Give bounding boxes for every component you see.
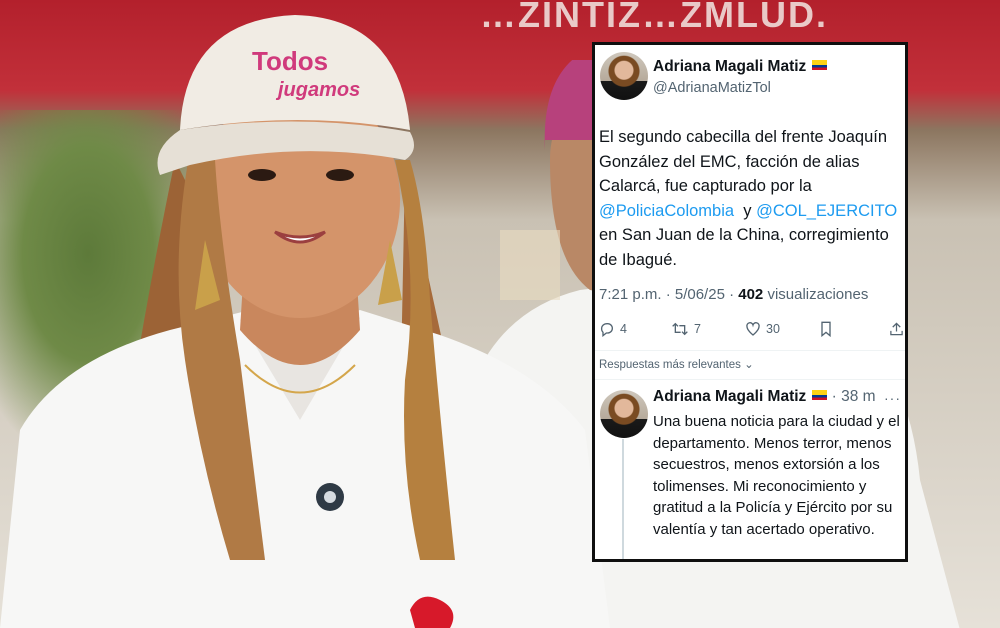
reply-button[interactable]: 4 xyxy=(599,321,627,337)
mention-policia[interactable]: @PoliciaColombia xyxy=(599,202,734,220)
flag-colombia-icon xyxy=(812,390,828,400)
reply-author-name[interactable]: Adriana Magali Matiz xyxy=(653,388,806,405)
reply-timestamp[interactable]: · 38 m xyxy=(832,388,876,405)
views-count: 402 xyxy=(738,286,764,303)
more-options-icon[interactable]: ··· xyxy=(884,390,901,406)
divider xyxy=(595,350,905,351)
tweet-card: Adriana Magali Matiz @AdrianaMatizTol El… xyxy=(592,42,908,562)
reply-author-row[interactable]: Adriana Magali Matiz · 38 m xyxy=(653,388,876,406)
cap-text-top: Todos xyxy=(252,46,328,76)
tweet-actions: 4 7 30 xyxy=(599,321,905,343)
thread-line xyxy=(622,439,624,559)
retweet-count: 7 xyxy=(694,322,701,336)
woman-portrait: Todos jugamos xyxy=(0,15,610,628)
author-handle[interactable]: @AdrianaMatizTol xyxy=(653,80,771,96)
tweet-text-part1: El segundo cabecilla del frente Joaquín … xyxy=(599,128,888,195)
tweet-text-part2: y xyxy=(734,201,757,220)
bookmark-button[interactable] xyxy=(819,321,833,337)
like-icon xyxy=(746,322,760,336)
author-avatar[interactable] xyxy=(600,52,648,100)
retweet-button[interactable]: 7 xyxy=(671,321,701,337)
divider xyxy=(595,379,905,380)
reply-icon xyxy=(600,323,613,337)
replies-sort-label: Respuestas más relevantes xyxy=(599,359,741,371)
views-label: visualizaciones xyxy=(763,286,869,303)
tweet-timestamp[interactable]: 7:21 p.m. · 5/06/25 · xyxy=(599,286,738,303)
reply-count: 4 xyxy=(620,322,627,336)
reply-text: Una buena noticia para la ciudad y el de… xyxy=(653,413,900,538)
cap-text-bottom: jugamos xyxy=(275,79,360,101)
flag-colombia-icon xyxy=(812,60,828,70)
mention-ejercito[interactable]: @COL_EJERCITO xyxy=(756,202,897,220)
author-name-row[interactable]: Adriana Magali Matiz xyxy=(653,58,828,76)
replies-sort-dropdown[interactable]: Respuestas más relevantes ⌄ xyxy=(599,357,754,371)
share-icon xyxy=(890,322,903,336)
like-count: 30 xyxy=(766,322,780,336)
like-button[interactable]: 30 xyxy=(745,321,780,337)
author-name[interactable]: Adriana Magali Matiz xyxy=(653,58,806,75)
tweet-text: El segundo cabecilla del frente Joaquín … xyxy=(599,125,903,272)
chevron-down-icon: ⌄ xyxy=(744,359,754,371)
tweet-text-part3: en San Juan de la China, corregimiento d… xyxy=(599,226,889,269)
bookmark-icon xyxy=(821,321,831,337)
reply-author-avatar[interactable] xyxy=(600,390,648,438)
retweet-icon xyxy=(672,322,688,336)
share-button[interactable] xyxy=(889,321,904,337)
tweet-meta: 7:21 p.m. · 5/06/25 · 402 visualizacione… xyxy=(599,286,868,303)
